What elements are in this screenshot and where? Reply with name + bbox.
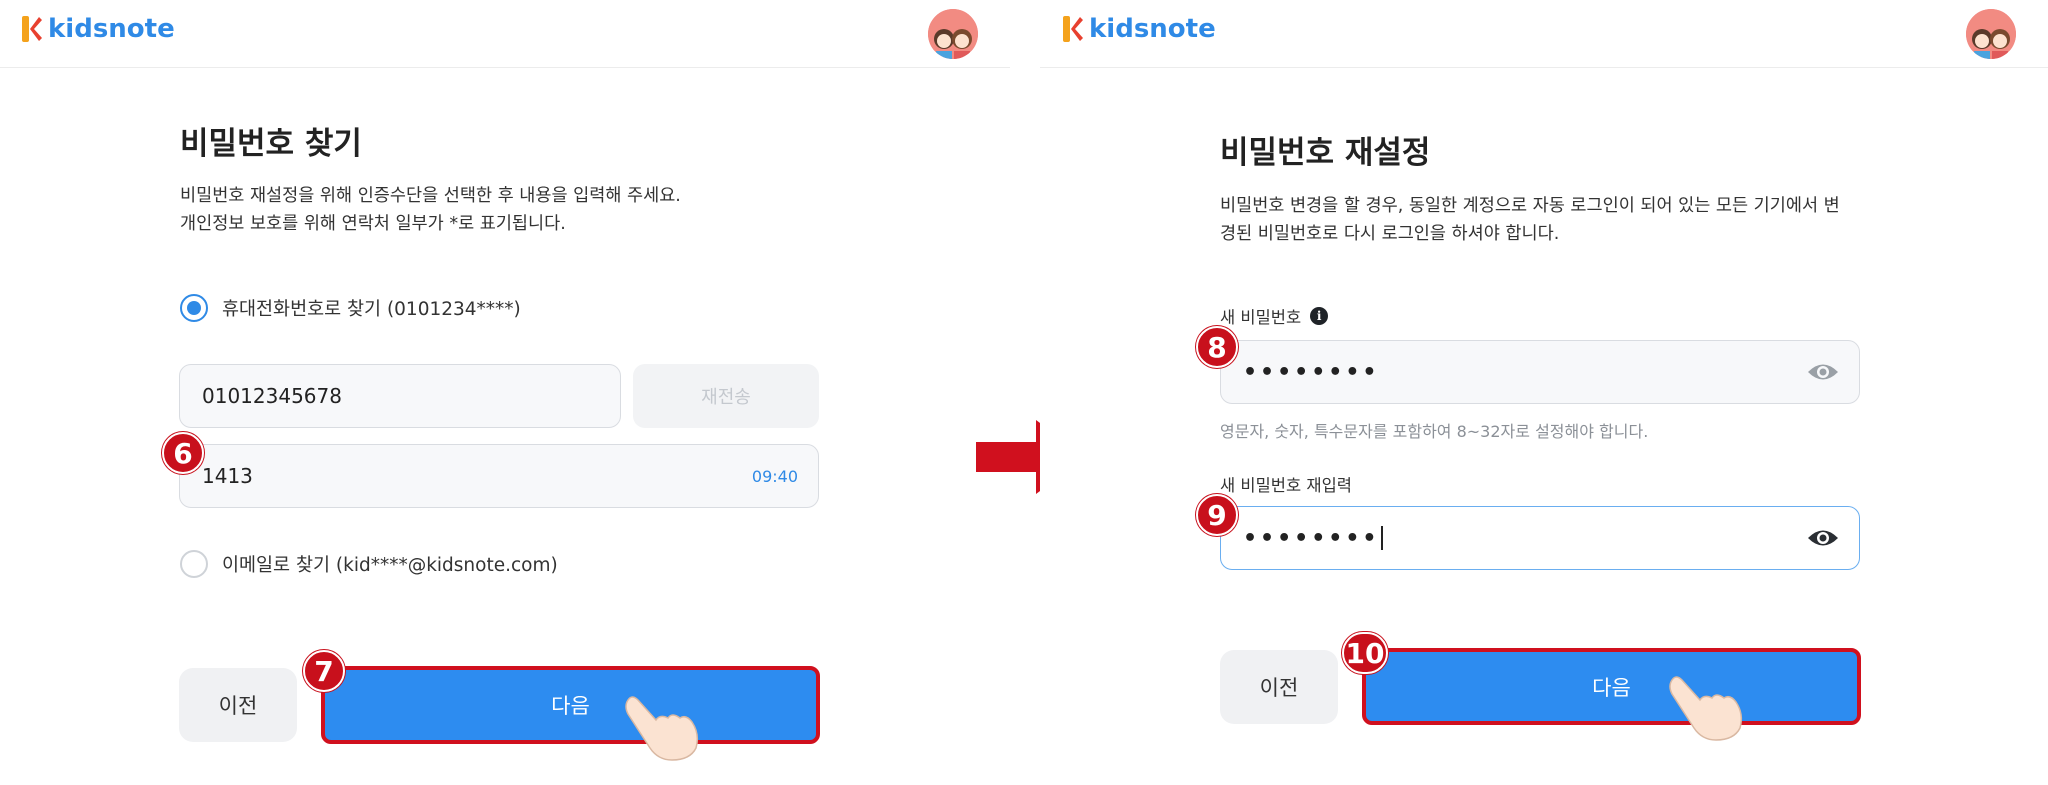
info-icon[interactable]: i bbox=[1310, 307, 1329, 325]
page-description: 비밀번호 재설정을 위해 인증수단을 선택한 후 내용을 입력해 주세요. 개인… bbox=[180, 186, 681, 234]
page-title: 비밀번호 재설정 bbox=[1220, 135, 1431, 171]
phone-option[interactable]: 휴대전화번호로 찾기 (0101234****) bbox=[180, 294, 521, 322]
avatar-illustration-icon bbox=[928, 9, 978, 59]
text-caret bbox=[1380, 526, 1383, 550]
phone-input[interactable]: 01012345678 bbox=[179, 364, 621, 428]
step-badge-10: 10 bbox=[1342, 632, 1388, 674]
email-option-label: 이메일로 찾기 (kid****@kidsnote.com) bbox=[222, 555, 558, 576]
top-bar: kidsnote bbox=[0, 0, 1010, 68]
resend-label: 재전송 bbox=[701, 387, 751, 408]
confirm-password-label: 새 비밀번호 재입력 bbox=[1220, 472, 1352, 496]
page-description: 비밀번호 변경을 할 경우, 동일한 계정으로 자동 로그인이 되어 있는 모든… bbox=[1220, 196, 1840, 244]
step-badge-7: 7 bbox=[303, 650, 345, 692]
avatar[interactable] bbox=[928, 9, 978, 59]
phone-option-label: 휴대전화번호로 찾기 (0101234****) bbox=[222, 299, 521, 320]
kidsnote-logo[interactable]: kidsnote bbox=[1063, 14, 1216, 44]
reset-password-panel: kidsnote 비밀번호 재설정 비밀번호 변경을 할 경우, 동일한 계정으… bbox=[1040, 0, 2048, 785]
step-badge-6: 6 bbox=[162, 432, 204, 474]
eye-icon[interactable] bbox=[1807, 361, 1839, 383]
countdown-timer: 09:40 bbox=[751, 466, 798, 486]
prev-label: 이전 bbox=[1259, 676, 1299, 700]
next-label: 다음 bbox=[1592, 675, 1631, 700]
kidsnote-logo-icon bbox=[1063, 16, 1083, 42]
new-password-label-text: 새 비밀번호 bbox=[1220, 308, 1302, 327]
phone-radio[interactable] bbox=[180, 294, 208, 322]
confirm-password-value: •••••••• bbox=[1243, 525, 1380, 551]
step-badge-8: 8 bbox=[1196, 326, 1238, 368]
email-radio[interactable] bbox=[180, 550, 208, 578]
logo-text: kidsnote bbox=[1089, 14, 1216, 44]
page-title: 비밀번호 찾기 bbox=[180, 126, 362, 162]
logo-text: kidsnote bbox=[48, 14, 175, 44]
phone-input-value: 01012345678 bbox=[202, 384, 342, 408]
prev-label: 이전 bbox=[218, 694, 258, 718]
prev-button[interactable]: 이전 bbox=[1220, 650, 1338, 724]
step-badge-9: 9 bbox=[1196, 494, 1238, 536]
new-password-input[interactable]: •••••••• bbox=[1220, 340, 1860, 404]
prev-button[interactable]: 이전 bbox=[179, 668, 297, 742]
pointing-hand-icon bbox=[1669, 676, 1743, 741]
new-password-label: 새 비밀번호 i bbox=[1220, 304, 1329, 328]
confirm-password-input[interactable]: •••••••• bbox=[1220, 506, 1860, 570]
verification-code-input[interactable]: 1413 09:40 bbox=[179, 444, 819, 508]
password-hint: 영문자, 숫자, 특수문자를 포함하여 8~32자로 설정해야 합니다. bbox=[1220, 422, 1649, 441]
avatar-illustration-icon bbox=[1966, 9, 2016, 59]
next-button[interactable]: 다음 bbox=[1362, 648, 1861, 725]
kidsnote-logo-icon bbox=[22, 16, 42, 42]
avatar[interactable] bbox=[1966, 9, 2016, 59]
find-password-panel: kidsnote 비밀번호 찾기 비밀번호 재설정을 위해 인증수단을 선택한 … bbox=[0, 0, 1010, 785]
kidsnote-logo[interactable]: kidsnote bbox=[22, 14, 175, 44]
confirm-password-label-text: 새 비밀번호 재입력 bbox=[1220, 476, 1352, 495]
resend-button[interactable]: 재전송 bbox=[633, 364, 819, 428]
top-bar: kidsnote bbox=[1040, 0, 2048, 68]
eye-icon[interactable] bbox=[1807, 527, 1839, 549]
new-password-value: •••••••• bbox=[1243, 359, 1380, 385]
verification-code-value: 1413 bbox=[202, 464, 253, 488]
pointing-hand-icon bbox=[625, 696, 699, 761]
next-label: 다음 bbox=[551, 694, 590, 718]
next-button[interactable]: 다음 bbox=[321, 666, 820, 744]
email-option[interactable]: 이메일로 찾기 (kid****@kidsnote.com) bbox=[180, 550, 558, 578]
